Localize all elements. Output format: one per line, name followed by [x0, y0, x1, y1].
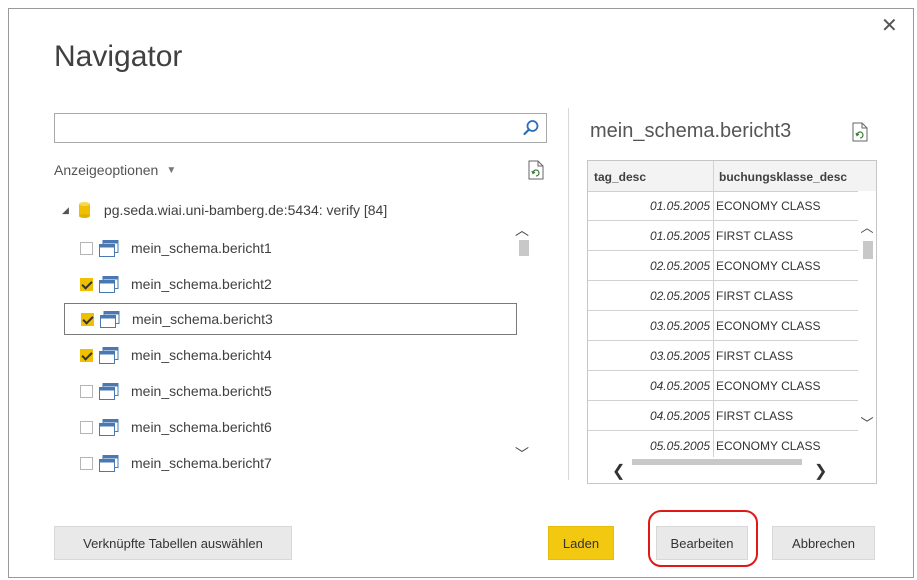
- cell-class: FIRST CLASS: [716, 409, 794, 423]
- scroll-up-icon[interactable]: ︿: [860, 217, 874, 236]
- tree-scrollbar[interactable]: ︿ ﹀: [514, 206, 530, 468]
- checkbox-bericht3[interactable]: [81, 312, 94, 326]
- checkbox-bericht4[interactable]: [80, 348, 93, 362]
- navigator-tree: ◢ pg.seda.wiai.uni-bamberg.de:5434: veri…: [54, 196, 544, 482]
- cell-class: ECONOMY CLASS: [716, 319, 821, 333]
- scroll-up-icon[interactable]: ︿: [514, 220, 530, 240]
- checkbox-bericht2[interactable]: [80, 277, 93, 291]
- checkbox-bericht5[interactable]: [80, 384, 93, 398]
- cell-date: 05.05.2005: [649, 439, 710, 453]
- table-row: 01.05.2005 FIRST CLASS: [588, 221, 858, 251]
- tree-item-bericht4[interactable]: mein_schema.bericht4: [64, 339, 516, 371]
- tree-root-node[interactable]: ◢ pg.seda.wiai.uni-bamberg.de:5434: veri…: [62, 202, 387, 218]
- tree-item-label: mein_schema.bericht2: [131, 276, 272, 292]
- table-icon: [100, 310, 120, 328]
- cell-class: FIRST CLASS: [716, 229, 794, 243]
- table-vertical-scrollbar[interactable]: ︿ ﹀: [858, 191, 876, 455]
- checkbox-bericht6[interactable]: [80, 420, 93, 434]
- tree-item-label: mein_schema.bericht1: [131, 240, 272, 256]
- close-icon[interactable]: ✕: [881, 16, 898, 36]
- table-header: tag_desc buchungsklasse_desc: [588, 161, 876, 192]
- tree-item-bericht2[interactable]: mein_schema.bericht2: [64, 268, 516, 300]
- scroll-left-icon[interactable]: ❮: [612, 461, 625, 481]
- table-icon: [99, 275, 119, 293]
- cell-class: FIRST CLASS: [716, 349, 794, 363]
- cell-date: 03.05.2005: [649, 349, 710, 363]
- expand-arrow-icon[interactable]: ◢: [62, 205, 69, 216]
- tree-root-label: pg.seda.wiai.uni-bamberg.de:5434: verify…: [103, 202, 388, 218]
- cell-date: 02.05.2005: [649, 289, 710, 303]
- cell-date: 04.05.2005: [649, 379, 710, 393]
- tree-item-bericht1[interactable]: mein_schema.bericht1: [64, 232, 516, 264]
- table-row: 03.05.2005 FIRST CLASS: [588, 341, 858, 371]
- tree-item-bericht6[interactable]: mein_schema.bericht6: [64, 411, 516, 443]
- scroll-right-icon[interactable]: ❯: [814, 461, 827, 481]
- display-options-label: Anzeigeoptionen: [54, 162, 159, 178]
- column-header-buchungsklasse-desc[interactable]: buchungsklasse_desc: [719, 170, 847, 184]
- preview-title: mein_schema.bericht3: [590, 120, 792, 142]
- preview-table: tag_desc buchungsklasse_desc 01.05.2005 E…: [587, 160, 877, 484]
- select-linked-tables-button[interactable]: Verknüpfte Tabellen auswählen: [54, 526, 292, 560]
- cell-date: 03.05.2005: [649, 319, 710, 333]
- cell-class: ECONOMY CLASS: [716, 199, 821, 213]
- table-icon: [99, 418, 119, 436]
- tree-item-bericht3[interactable]: mein_schema.bericht3: [64, 303, 517, 335]
- table-row: 04.05.2005 ECONOMY CLASS: [588, 371, 858, 401]
- tree-scrollbar-thumb[interactable]: [519, 240, 529, 256]
- tree-item-bericht7[interactable]: mein_schema.bericht7: [64, 447, 516, 479]
- cell-date: 01.05.2005: [649, 229, 710, 243]
- cell-date: 01.05.2005: [649, 199, 710, 213]
- table-row: 01.05.2005 ECONOMY CLASS: [588, 191, 858, 221]
- tree-item-label: mein_schema.bericht7: [131, 455, 272, 471]
- refresh-icon[interactable]: [528, 160, 544, 180]
- table-icon: [99, 346, 119, 364]
- chevron-down-icon: ▼: [166, 165, 177, 176]
- table-icon: [99, 382, 119, 400]
- table-icon: [99, 239, 119, 257]
- highlight-ring: [648, 510, 758, 567]
- cell-date: 04.05.2005: [649, 409, 710, 423]
- cell-class: FIRST CLASS: [716, 289, 794, 303]
- checkbox-bericht1[interactable]: [80, 241, 93, 255]
- column-header-tag-desc[interactable]: tag_desc: [594, 170, 646, 184]
- pane-divider: [568, 108, 569, 480]
- database-icon: [78, 202, 90, 218]
- scroll-down-icon[interactable]: ﹀: [860, 413, 874, 432]
- load-button[interactable]: Laden: [548, 526, 614, 560]
- table-row: 04.05.2005 FIRST CLASS: [588, 401, 858, 431]
- dialog-title: Navigator: [54, 40, 183, 73]
- tree-item-label: mein_schema.bericht3: [132, 311, 273, 327]
- tree-item-label: mein_schema.bericht6: [131, 419, 272, 435]
- display-options-dropdown[interactable]: Anzeigeoptionen ▼: [54, 162, 176, 178]
- table-icon: [99, 454, 119, 472]
- table-row: 03.05.2005 ECONOMY CLASS: [588, 311, 858, 341]
- table-row: 02.05.2005 FIRST CLASS: [588, 281, 858, 311]
- table-row: 02.05.2005 ECONOMY CLASS: [588, 251, 858, 281]
- tree-item-bericht5[interactable]: mein_schema.bericht5: [64, 375, 516, 407]
- search-input[interactable]: [54, 113, 547, 143]
- refresh-preview-icon[interactable]: [852, 122, 868, 142]
- checkbox-bericht7[interactable]: [80, 456, 93, 470]
- scroll-down-icon[interactable]: ﹀: [514, 444, 530, 464]
- tree-item-label: mein_schema.bericht5: [131, 383, 272, 399]
- tree-item-label: mein_schema.bericht4: [131, 347, 272, 363]
- cell-class: ECONOMY CLASS: [716, 439, 821, 453]
- table-horizontal-scrollbar-thumb[interactable]: [632, 459, 802, 465]
- cell-date: 02.05.2005: [649, 259, 710, 273]
- cell-class: ECONOMY CLASS: [716, 379, 821, 393]
- cell-class: ECONOMY CLASS: [716, 259, 821, 273]
- cancel-button[interactable]: Abbrechen: [772, 526, 875, 560]
- table-vertical-scrollbar-thumb[interactable]: [863, 241, 873, 259]
- table-horizontal-scrollbar[interactable]: ❮ ❯: [588, 457, 876, 483]
- search-icon[interactable]: [522, 119, 540, 137]
